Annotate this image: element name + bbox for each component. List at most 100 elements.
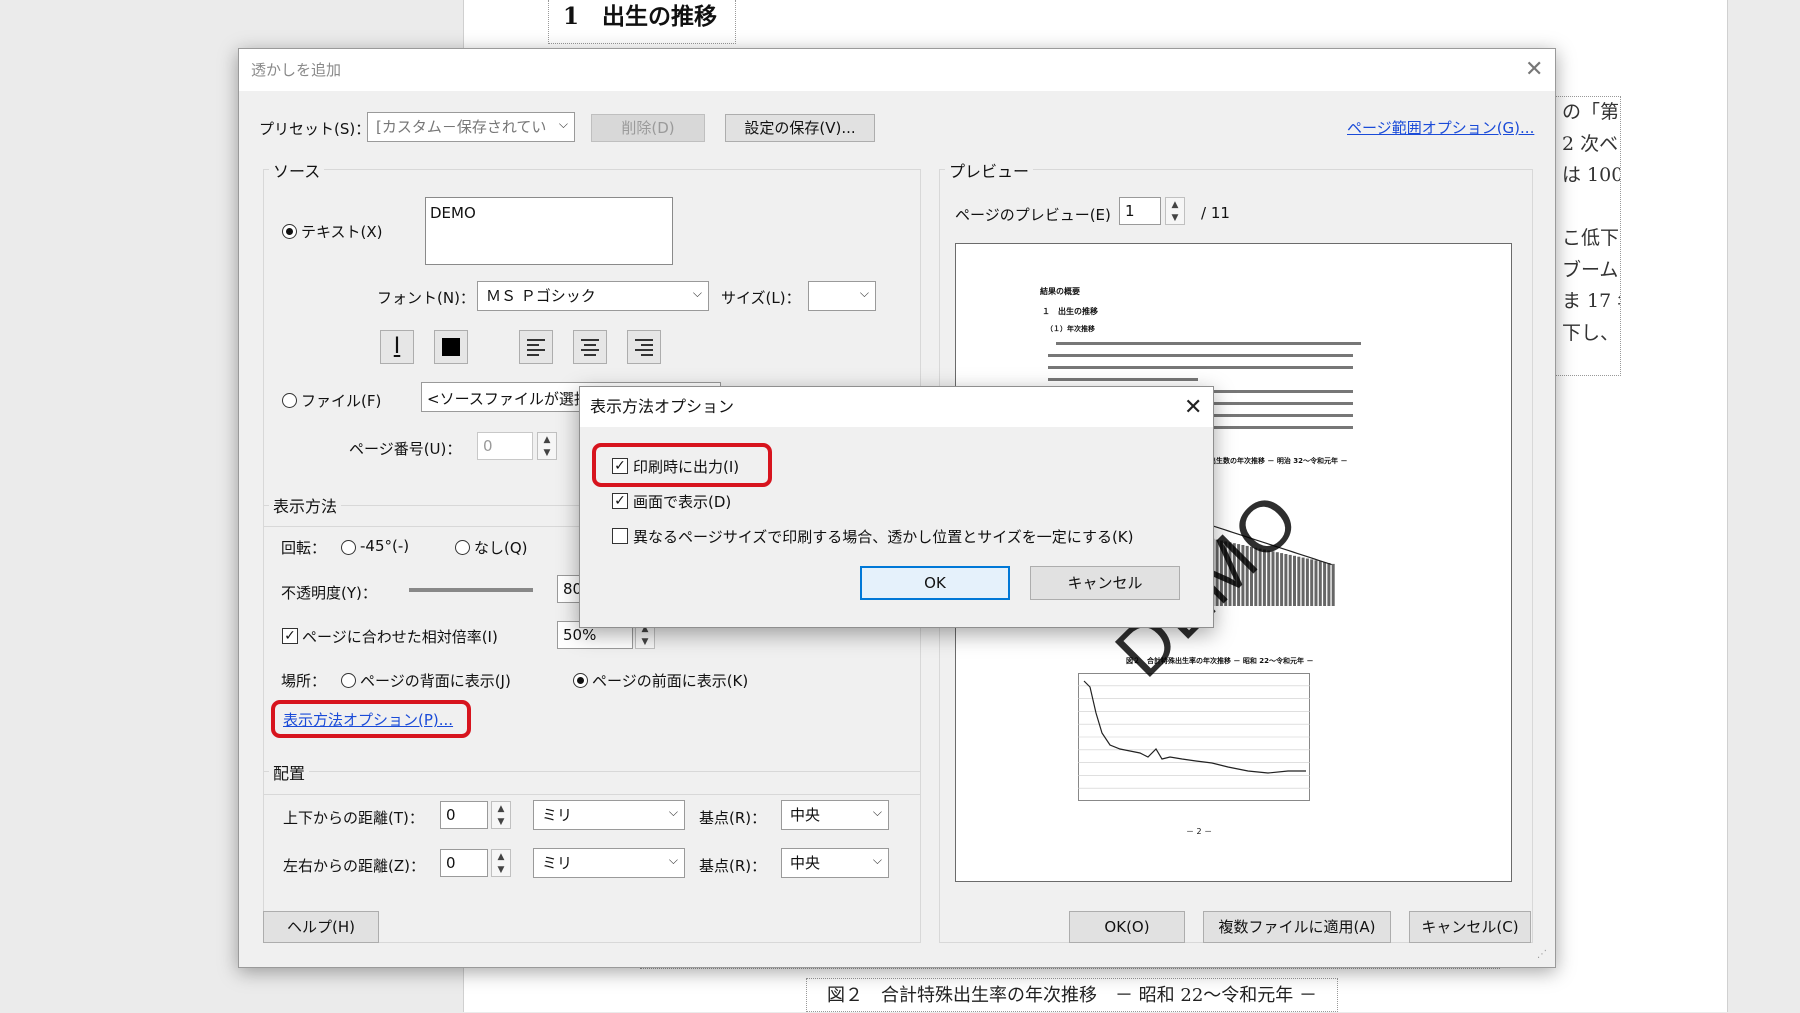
preset-label: プリセット(S)： bbox=[259, 120, 371, 138]
font-label: フォント(N)： bbox=[377, 289, 475, 307]
align-left-icon[interactable] bbox=[519, 330, 553, 364]
chevron-down-icon: ⌵ bbox=[668, 805, 678, 819]
chevron-down-icon: ⌵ bbox=[859, 286, 869, 300]
preview-chart-bar bbox=[1293, 555, 1296, 606]
chevron-down-icon: ⌵ bbox=[872, 805, 882, 819]
horizontal-base-value: 中央 bbox=[790, 854, 821, 872]
horizontal-distance-input[interactable]: 0 bbox=[440, 849, 488, 877]
horizontal-distance-spinner[interactable]: ▲ ▼ bbox=[491, 849, 511, 877]
watermark-text-input[interactable]: DEMO bbox=[425, 197, 673, 265]
preview-text-line bbox=[1048, 366, 1353, 369]
preview-page-spinner[interactable]: ▲ ▼ bbox=[1165, 197, 1185, 225]
preview-chart-bar bbox=[1327, 563, 1331, 606]
vertical-unit-select[interactable]: ミリ ⌵ bbox=[533, 800, 685, 830]
opacity-label: 不透明度(Y)： bbox=[281, 584, 377, 602]
preview-chart-bar bbox=[1297, 556, 1301, 606]
relative-scale-label: ページに合わせた相対倍率(I) bbox=[302, 628, 498, 646]
vertical-distance-label: 上下からの距離(T)： bbox=[283, 809, 424, 827]
location-front-radio[interactable] bbox=[573, 673, 588, 688]
horizontal-distance-label: 左右からの距離(Z)： bbox=[283, 857, 425, 875]
page-number-spinner[interactable]: ▲ ▼ bbox=[537, 432, 557, 460]
help-button[interactable]: ヘルプ(H) bbox=[263, 911, 379, 943]
display-options-modal: 表示方法オプション ✕ ✓ 印刷時に出力(I) ✓ 画面で表示(D) 異なるペー… bbox=[579, 386, 1214, 628]
preview-page-label: ページのプレビュー(E) bbox=[955, 206, 1111, 224]
apply-multiple-files-button[interactable]: 複数ファイルに適用(A) bbox=[1203, 911, 1391, 943]
background-figure-caption: 図２ 合計特殊出生率の年次推移 － 昭和 22～令和元年 － bbox=[806, 978, 1338, 1012]
cancel-button[interactable]: キャンセル(C) bbox=[1409, 911, 1531, 943]
rotation-minus45-label: -45°(-) bbox=[360, 537, 410, 555]
rotation-label: 回転： bbox=[281, 539, 327, 557]
horizontal-unit-select[interactable]: ミリ ⌵ bbox=[533, 848, 685, 878]
preset-value: [カスタム－保存されてい bbox=[376, 118, 547, 136]
location-back-radio[interactable] bbox=[341, 673, 356, 688]
background-line: の「第 bbox=[1562, 101, 1620, 123]
preview-chart-bar bbox=[1314, 560, 1318, 606]
text-style-icon[interactable]: I bbox=[380, 330, 414, 364]
background-section-title: 1 出生の推移 bbox=[548, 0, 736, 44]
background-line: は 100 bbox=[1562, 164, 1621, 186]
horizontal-base-select[interactable]: 中央 ⌵ bbox=[781, 848, 889, 878]
save-settings-button[interactable]: 設定の保存(V)... bbox=[725, 114, 875, 142]
horizontal-base-label: 基点(R)： bbox=[699, 857, 767, 875]
location-back-label: ページの背面に表示(J) bbox=[360, 672, 511, 690]
preview-page-footer: － 2 － bbox=[1186, 827, 1213, 836]
delete-preset-button[interactable]: 削除(D) bbox=[591, 114, 705, 142]
modal-close-icon[interactable]: ✕ bbox=[1184, 397, 1202, 419]
preview-chart-bar bbox=[1318, 561, 1322, 606]
screen-display-checkbox[interactable]: ✓ bbox=[612, 493, 628, 509]
placement-group-label: 配置 bbox=[269, 760, 310, 784]
chevron-down-icon: ⌵ bbox=[668, 853, 678, 867]
ok-button[interactable]: OK(O) bbox=[1069, 911, 1185, 943]
vertical-distance-spinner[interactable]: ▲ ▼ bbox=[491, 801, 511, 829]
page-number-input[interactable]: 0 bbox=[477, 432, 533, 460]
chevron-down-icon: ⌵ bbox=[692, 286, 702, 300]
modal-ok-button[interactable]: OK bbox=[860, 566, 1010, 600]
font-select[interactable]: ＭＳ Ｐゴシック ⌵ bbox=[477, 281, 709, 311]
background-line: 2 次ベ bbox=[1562, 132, 1619, 155]
horizontal-unit-value: ミリ bbox=[542, 854, 573, 872]
resize-grip-icon[interactable]: ⋰ bbox=[1537, 949, 1547, 960]
location-label: 場所： bbox=[281, 672, 327, 690]
background-line: 下し、 bbox=[1562, 321, 1620, 344]
vertical-base-label: 基点(R)： bbox=[699, 809, 767, 827]
align-right-icon[interactable] bbox=[627, 330, 661, 364]
source-group-label: ソース bbox=[269, 158, 325, 182]
display-group-label: 表示方法 bbox=[269, 493, 342, 517]
align-center-icon[interactable] bbox=[573, 330, 607, 364]
relative-scale-checkbox[interactable]: ✓ bbox=[282, 628, 298, 644]
preview-group-label: プレビュー bbox=[945, 158, 1034, 182]
vertical-distance-input[interactable]: 0 bbox=[440, 801, 488, 829]
background-divider bbox=[640, 968, 1500, 969]
preview-page-input[interactable]: 1 bbox=[1119, 197, 1161, 225]
dialog-close-icon[interactable]: ✕ bbox=[1525, 59, 1543, 81]
file-source-radio[interactable] bbox=[282, 393, 297, 408]
highlight-box bbox=[271, 700, 471, 738]
chevron-down-icon: ⌵ bbox=[872, 853, 882, 867]
dialog-title: 透かしを追加 bbox=[239, 49, 1555, 91]
vertical-base-value: 中央 bbox=[790, 806, 821, 824]
fixed-size-checkbox[interactable] bbox=[612, 528, 628, 544]
size-select[interactable]: ⌵ bbox=[808, 281, 876, 311]
text-color-icon[interactable] bbox=[434, 330, 468, 364]
preview-text-line bbox=[1048, 354, 1353, 357]
size-label: サイズ(L)： bbox=[721, 289, 801, 307]
rotation-none-label: なし(Q) bbox=[474, 539, 528, 557]
preview-doc-subheading: １ 出生の推移 bbox=[1042, 307, 1098, 316]
preview-chart-bar bbox=[1301, 557, 1305, 606]
preview-doc-heading: 結果の概要 bbox=[1040, 287, 1080, 296]
vertical-unit-value: ミリ bbox=[542, 806, 573, 824]
preview-text-line bbox=[1048, 378, 1198, 381]
preset-select[interactable]: [カスタム－保存されてい ⌵ bbox=[367, 112, 575, 142]
file-source-label: ファイル(F) bbox=[301, 392, 382, 410]
modal-cancel-button[interactable]: キャンセル bbox=[1030, 566, 1180, 600]
rotation-minus45-radio[interactable] bbox=[341, 540, 356, 555]
opacity-slider-track[interactable] bbox=[409, 588, 533, 592]
highlight-box bbox=[592, 443, 772, 487]
page-range-options-link[interactable]: ページ範囲オプション(G)... bbox=[1347, 117, 1534, 138]
background-line bbox=[1562, 192, 1620, 224]
page-number-label: ページ番号(U)： bbox=[349, 440, 462, 458]
text-source-radio[interactable] bbox=[282, 224, 297, 239]
preview-chart-bar bbox=[1331, 563, 1335, 606]
rotation-none-radio[interactable] bbox=[455, 540, 470, 555]
vertical-base-select[interactable]: 中央 ⌵ bbox=[781, 800, 889, 830]
